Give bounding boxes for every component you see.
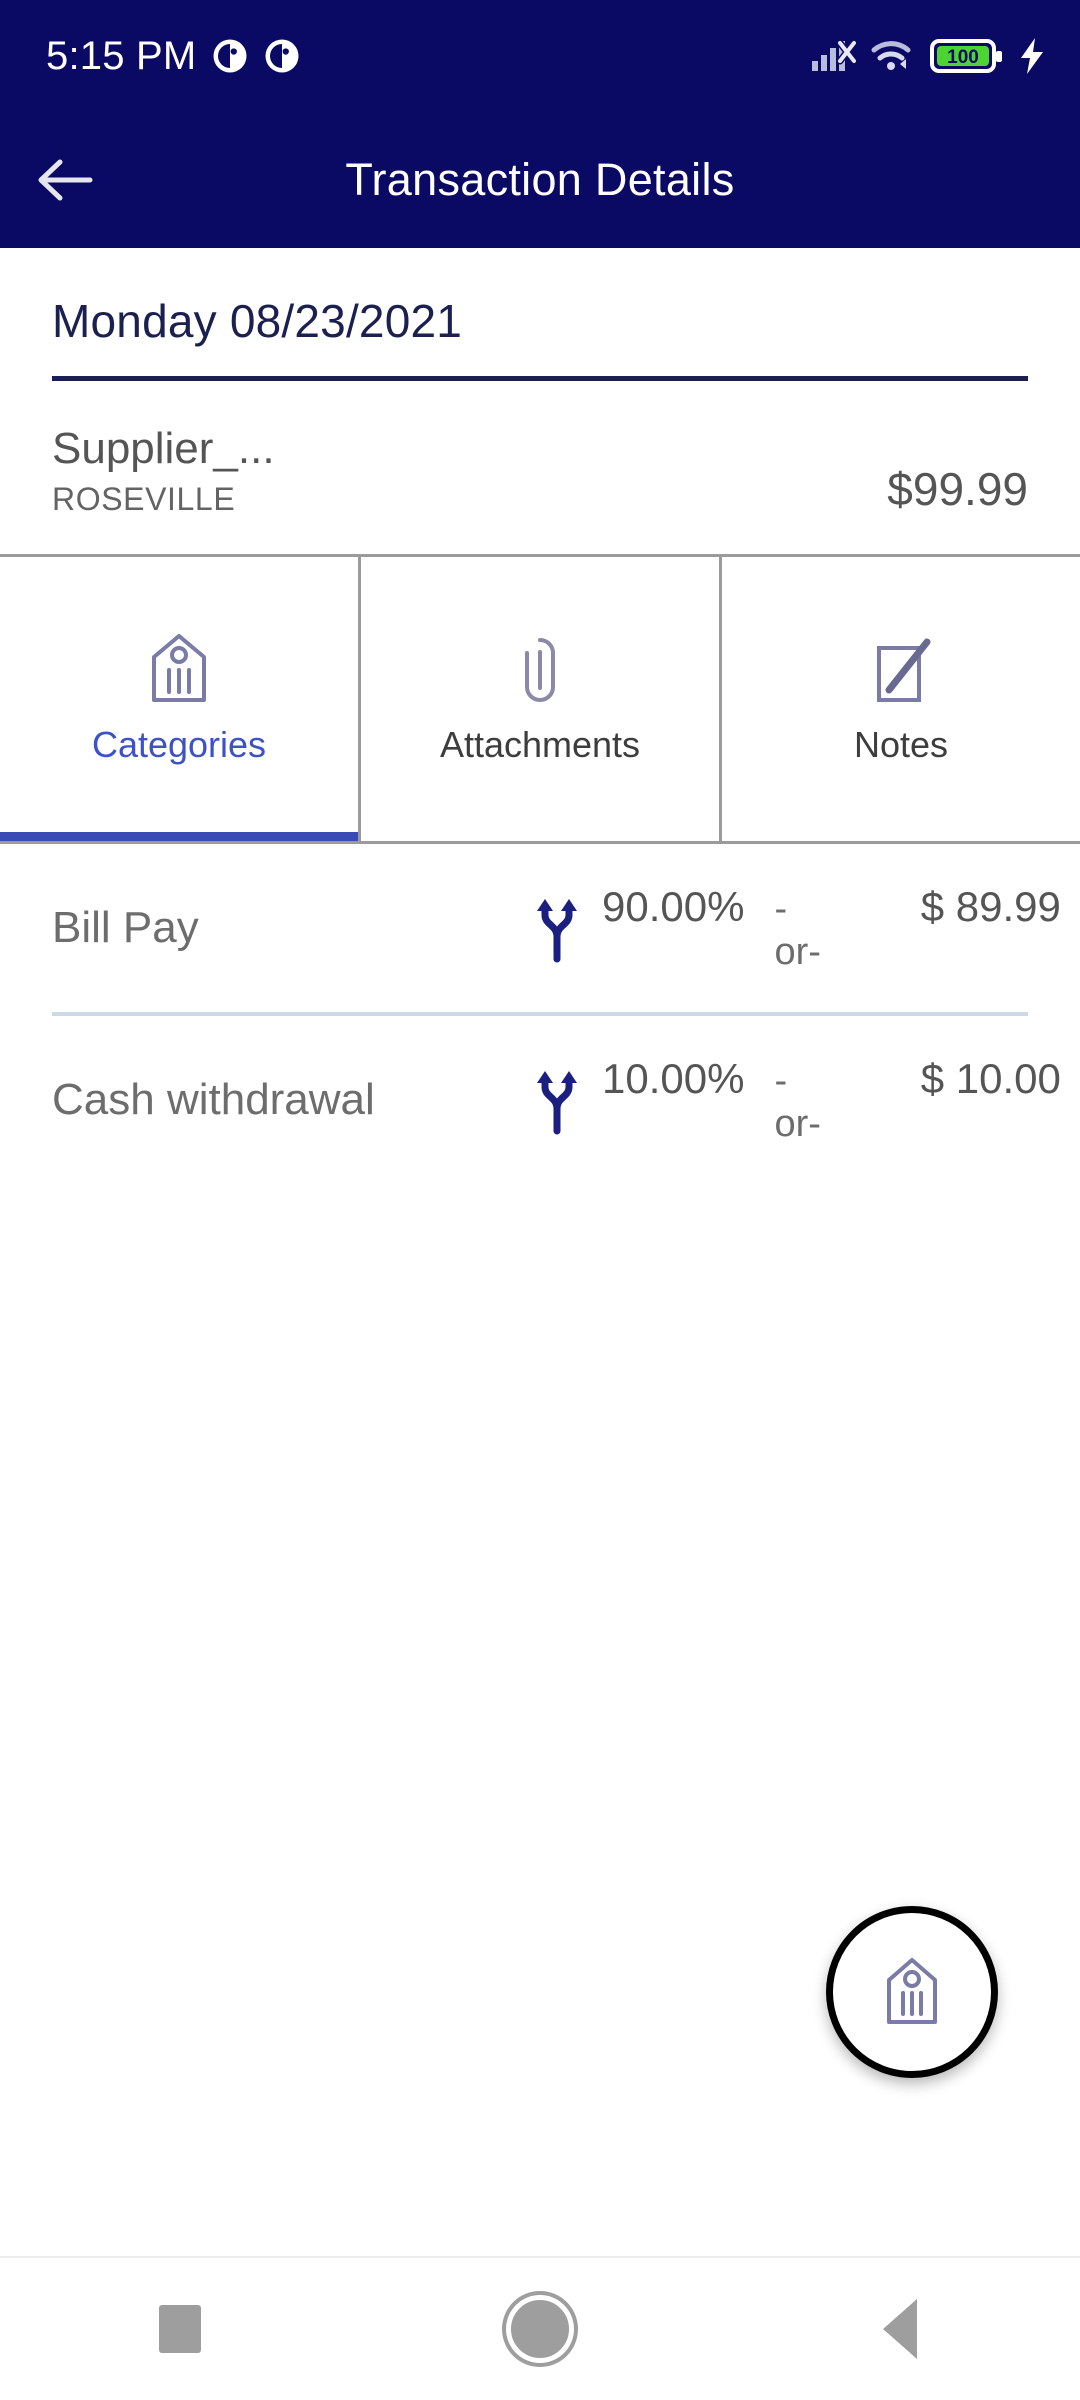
back-triangle-icon	[883, 2299, 917, 2359]
transaction-amount: $99.99	[887, 463, 1028, 516]
tab-notes[interactable]: Notes	[719, 557, 1080, 842]
category-percent: 90.00%	[602, 882, 745, 930]
notification-circle-icon	[265, 39, 299, 73]
merchant-section[interactable]: Supplier_... ROSEVILLE $99.99	[0, 381, 1080, 554]
notification-circle-icon	[213, 39, 247, 73]
split-button[interactable]	[512, 1065, 602, 1135]
transaction-date-field[interactable]: Monday 08/23/2021	[52, 294, 1028, 376]
category-amount: $ 89.99	[920, 882, 1061, 930]
tab-categories-label: Categories	[91, 724, 267, 766]
category-percent: 10.00%	[602, 1054, 745, 1102]
merchant-name: Supplier_...	[52, 424, 275, 473]
battery-full-icon: 100	[930, 39, 1002, 73]
category-values: 90.00% -or- $ 89.99	[602, 883, 1061, 974]
category-separator: -or-	[774, 887, 821, 973]
status-bar-right: 100	[810, 36, 1046, 76]
home-button[interactable]	[460, 2257, 620, 2400]
tab-active-indicator	[0, 832, 358, 842]
category-list: Bill Pay 90.00% -or- $ 89.99 Cash withdr…	[0, 844, 1080, 2256]
category-amount: $ 10.00	[920, 1054, 1061, 1102]
back-arrow-icon	[38, 159, 93, 201]
system-back-button[interactable]	[820, 2257, 980, 2400]
status-bar-left: 5:15 PM	[46, 36, 300, 76]
split-fork-icon	[537, 1071, 577, 1135]
category-row[interactable]: Bill Pay 90.00% -or- $ 89.99	[0, 844, 1080, 1012]
paperclip-icon	[525, 638, 555, 703]
merchant-info: Supplier_... ROSEVILLE	[52, 424, 275, 518]
status-bar: 5:15 PM 100	[0, 0, 1080, 112]
tab-notes-label: Notes	[853, 724, 949, 766]
category-separator: -or-	[774, 1059, 821, 1145]
charging-bolt-icon	[1021, 38, 1043, 74]
category-row[interactable]: Cash withdrawal 10.00% -or- $ 10.00	[0, 1016, 1080, 1184]
category-name: Bill Pay	[52, 903, 199, 953]
back-button[interactable]	[0, 112, 130, 248]
tag-icon	[152, 634, 206, 703]
add-category-fab[interactable]	[826, 1906, 998, 2078]
tab-attachments-label: Attachments	[439, 724, 641, 766]
tab-bar: Categories Attachments Notes	[0, 554, 1080, 845]
transaction-details-screen: 5:15 PM 100 Transaction Details Monday 0…	[0, 0, 1080, 2400]
signal-no-sim-icon	[812, 39, 856, 71]
page-title: Transaction Details	[345, 154, 735, 205]
tag-icon	[887, 1958, 937, 2024]
note-pencil-icon	[877, 638, 931, 703]
app-bar: Transaction Details	[0, 112, 1080, 248]
recents-button[interactable]	[100, 2257, 260, 2400]
split-fork-icon	[537, 899, 577, 963]
category-values: 10.00% -or- $ 10.00	[602, 1055, 1061, 1146]
battery-level-text: 100	[947, 47, 979, 68]
home-circle-icon	[511, 2300, 569, 2358]
status-bar-clock: 5:15 PM	[46, 34, 197, 78]
merchant-city: ROSEVILLE	[52, 481, 236, 518]
android-nav-bar	[0, 2256, 1080, 2400]
split-button[interactable]	[512, 893, 602, 963]
tab-attachments[interactable]: Attachments	[358, 557, 719, 842]
recents-square-icon	[159, 2305, 201, 2353]
wifi-icon	[871, 41, 911, 70]
category-name: Cash withdrawal	[52, 1075, 375, 1125]
tab-categories[interactable]: Categories	[0, 557, 358, 842]
date-section: Monday 08/23/2021	[0, 248, 1080, 381]
